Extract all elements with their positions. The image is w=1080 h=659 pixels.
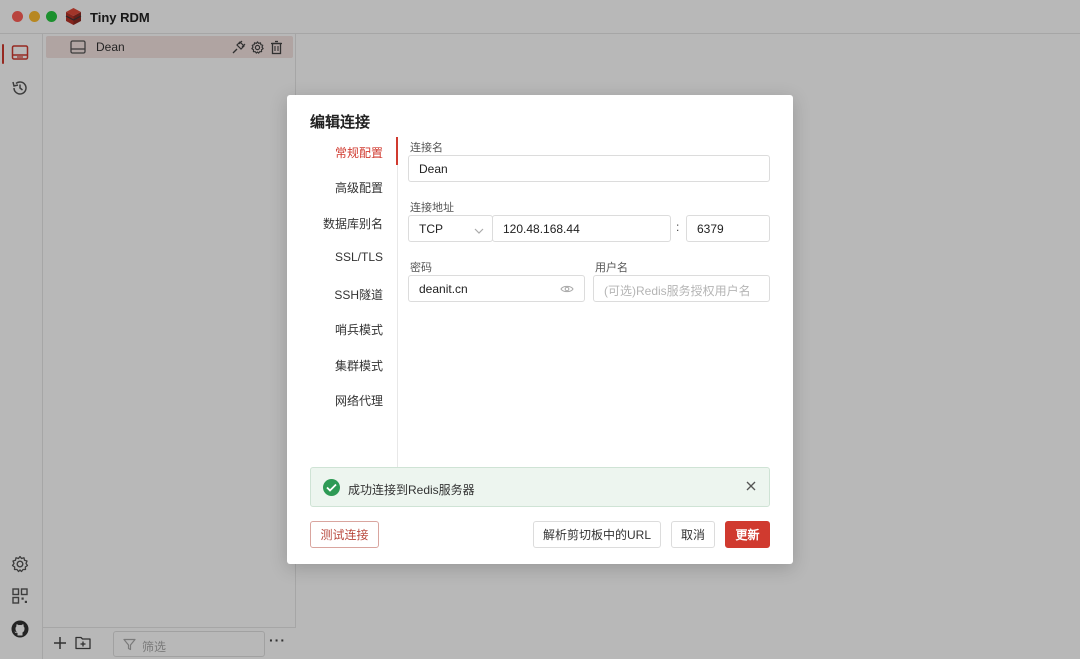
alert-message: 成功连接到Redis服务器 bbox=[348, 483, 475, 497]
chevron-down-icon bbox=[474, 224, 484, 238]
eye-icon[interactable] bbox=[560, 283, 574, 297]
tab-proxy[interactable]: 网络代理 bbox=[335, 392, 383, 409]
username-label: 用户名 bbox=[595, 262, 628, 274]
protocol-select[interactable]: TCP bbox=[408, 215, 493, 242]
success-alert: 成功连接到Redis服务器 bbox=[310, 467, 770, 507]
test-connection-button[interactable]: 测试连接 bbox=[310, 521, 379, 548]
port-separator: : bbox=[676, 220, 680, 234]
tab-database-alias[interactable]: 数据库别名 bbox=[323, 215, 383, 232]
password-input[interactable]: deanit.cn bbox=[408, 275, 585, 302]
active-tab-indicator bbox=[396, 137, 398, 165]
parse-clipboard-url-button[interactable]: 解析剪切板中的URL bbox=[533, 521, 661, 548]
host-input[interactable]: 120.48.168.44 bbox=[492, 215, 671, 242]
connection-name-input[interactable]: Dean bbox=[408, 155, 770, 182]
tab-advanced[interactable]: 高级配置 bbox=[335, 179, 383, 196]
tab-ssl-tls[interactable]: SSL/TLS bbox=[335, 250, 383, 264]
dialog-title: 编辑连接 bbox=[310, 114, 371, 131]
close-icon[interactable] bbox=[745, 480, 757, 495]
connection-address-label: 连接地址 bbox=[410, 202, 454, 214]
password-value: deanit.cn bbox=[419, 282, 468, 296]
username-input[interactable]: (可选)Redis服务授权用户名 bbox=[593, 275, 770, 302]
connection-name-label: 连接名 bbox=[410, 142, 443, 154]
check-circle-icon bbox=[323, 479, 340, 496]
port-input[interactable]: 6379 bbox=[686, 215, 770, 242]
protocol-value: TCP bbox=[419, 222, 443, 236]
dialog-tab-list: 常规配置 高级配置 数据库别名 SSL/TLS SSH隧道 哨兵模式 集群模式 … bbox=[287, 137, 398, 467]
tab-ssh-tunnel[interactable]: SSH隧道 bbox=[334, 286, 383, 303]
update-button[interactable]: 更新 bbox=[725, 521, 770, 548]
password-label: 密码 bbox=[410, 262, 432, 274]
tab-cluster[interactable]: 集群模式 bbox=[335, 357, 383, 374]
edit-connection-dialog: 编辑连接 常规配置 高级配置 数据库别名 SSL/TLS SSH隧道 哨兵模式 … bbox=[287, 95, 793, 564]
tab-general[interactable]: 常规配置 bbox=[335, 144, 383, 161]
tab-sentinel[interactable]: 哨兵模式 bbox=[335, 321, 383, 338]
cancel-button[interactable]: 取消 bbox=[671, 521, 715, 548]
